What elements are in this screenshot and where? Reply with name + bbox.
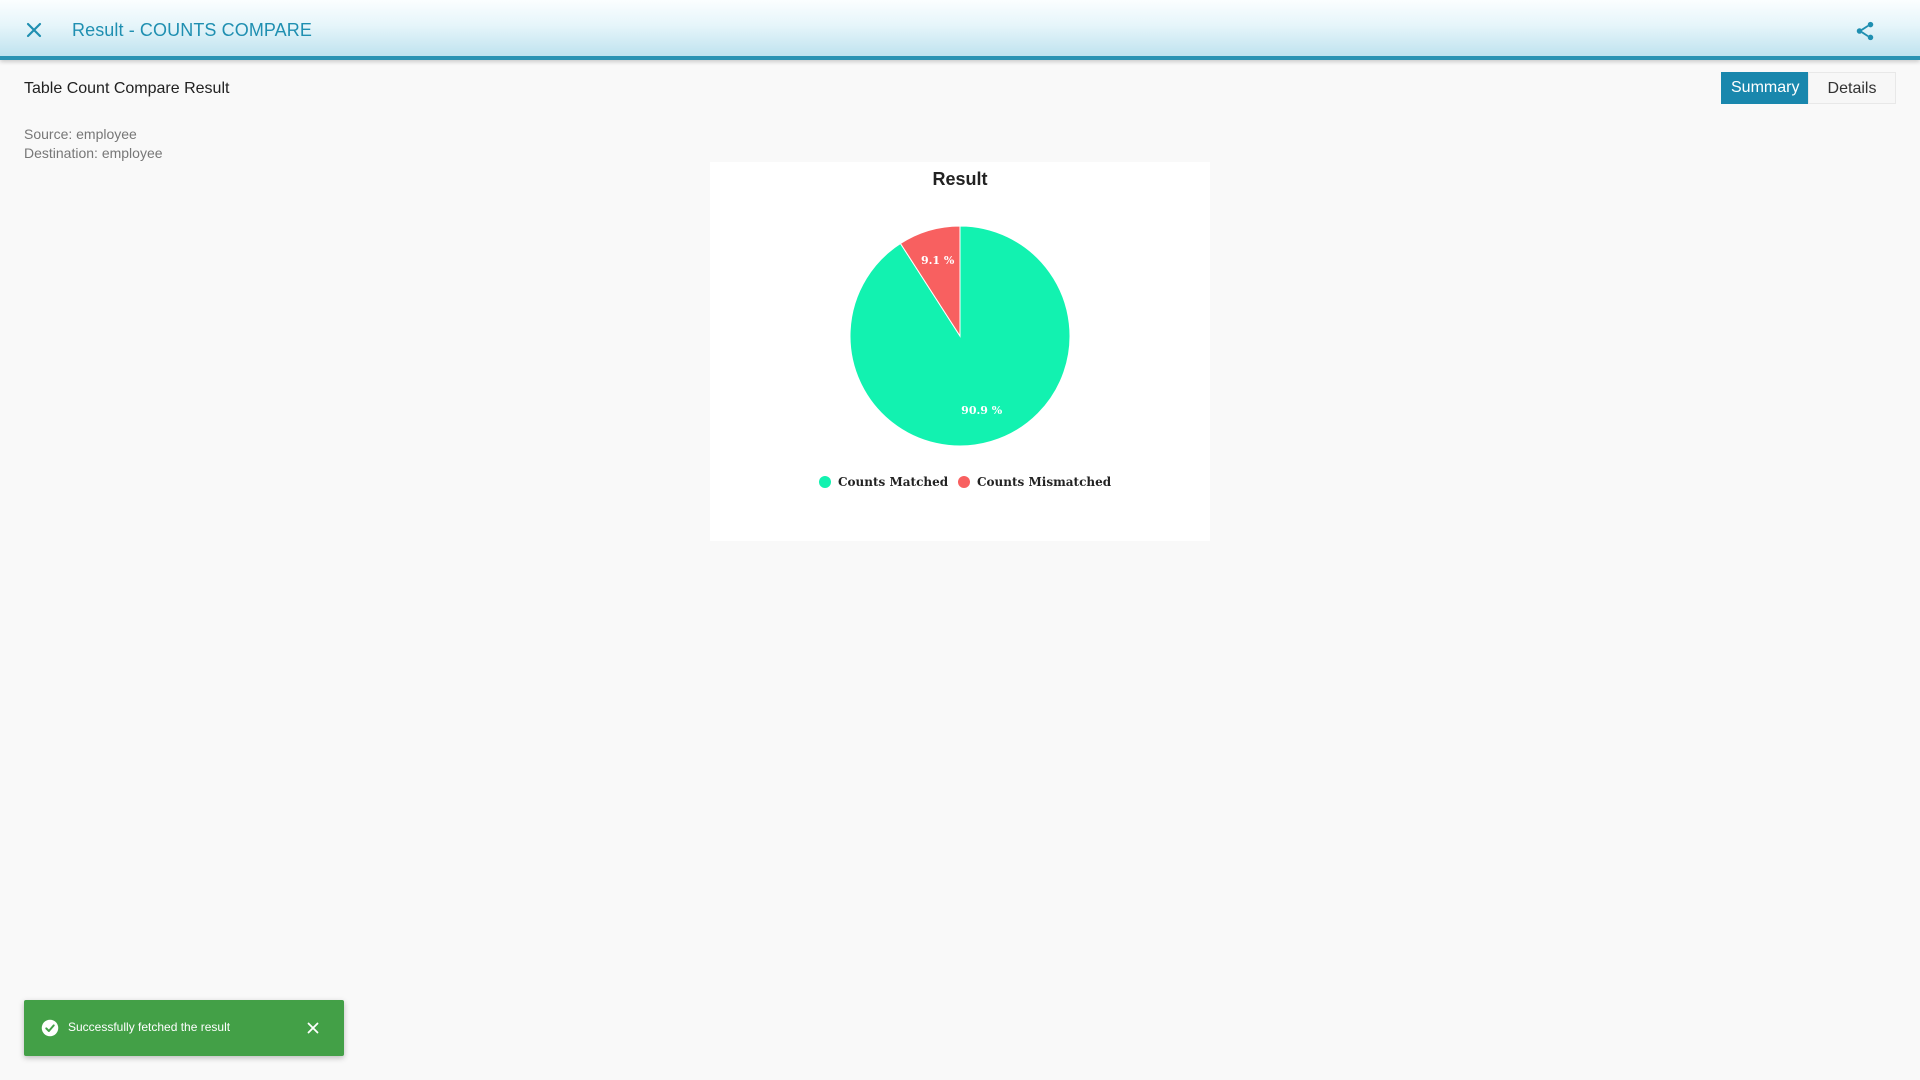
toast-close-icon[interactable] (304, 1019, 322, 1037)
toast-message: Successfully fetched the result (68, 1020, 231, 1034)
legend-marker (958, 476, 970, 488)
chart-legend: Counts Matched Counts Mismatched (819, 475, 1112, 489)
result-chart-card: Result 90.9 % 9.1 % Counts Matched Counts … (710, 162, 1210, 541)
tab-summary[interactable]: Summary (1721, 72, 1808, 104)
pie-data-label: 90.9 % (961, 404, 1003, 417)
success-toast: Successfully fetched the result (24, 1000, 344, 1056)
close-icon[interactable] (22, 18, 46, 42)
tab-details[interactable]: Details (1808, 72, 1896, 104)
check-circle-icon (41, 1019, 59, 1037)
legend-item-label[interactable]: Counts Mismatched (977, 475, 1112, 489)
destination-label: Destination: employee (24, 145, 163, 161)
chart-title: Result (932, 169, 987, 189)
view-tabs: Summary Details (1721, 72, 1896, 104)
app-header: Result - COUNTS COMPARE (0, 0, 1920, 60)
page-title: Result - COUNTS COMPARE (72, 20, 312, 40)
source-label: Source: employee (24, 126, 137, 142)
share-icon[interactable] (1854, 20, 1876, 42)
result-pie-chart: Result 90.9 %9.1 % Counts Matched Counts … (819, 169, 1112, 489)
result-heading: Table Count Compare Result (24, 80, 230, 97)
legend-marker (819, 476, 831, 488)
legend-item-label[interactable]: Counts Matched (838, 475, 949, 489)
pie-slices (849, 225, 1071, 447)
pie-data-label: 9.1 % (921, 254, 955, 267)
